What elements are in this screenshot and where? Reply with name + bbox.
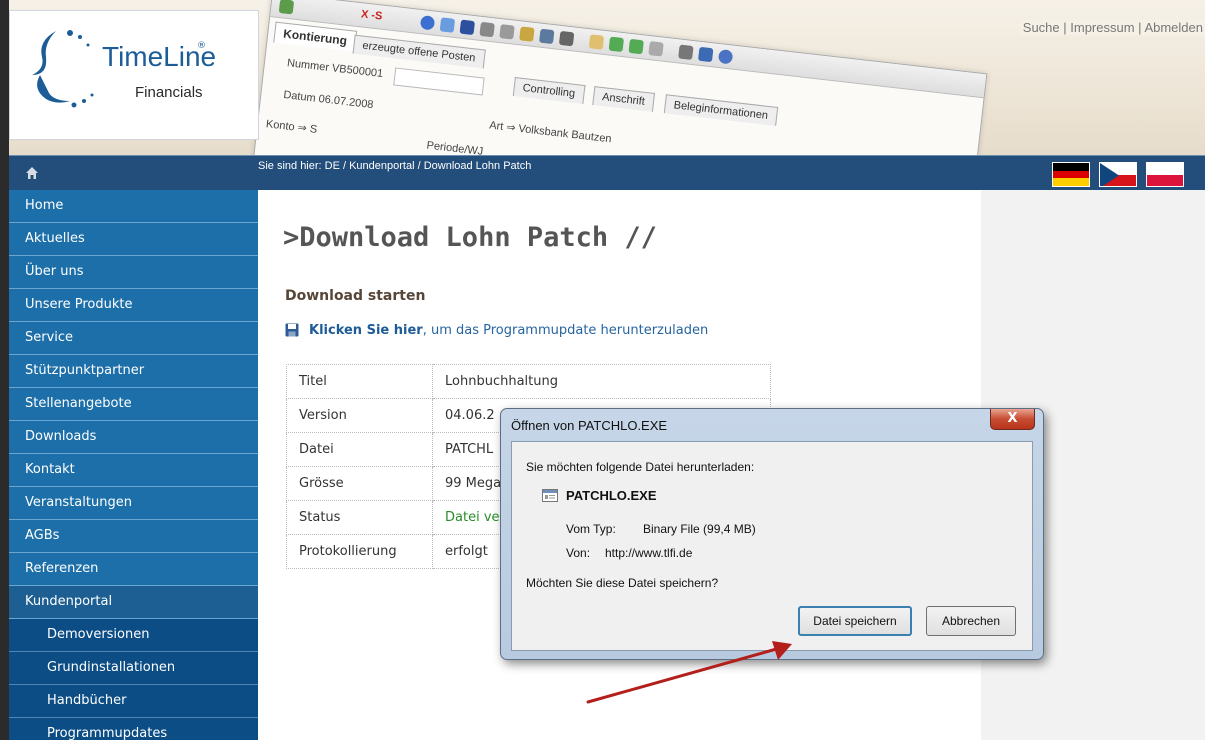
logout-link[interactable]: Abmelden <box>1144 20 1203 35</box>
page-title: >Download Lohn Patch // <box>283 222 657 253</box>
link-separator: | <box>1134 20 1145 35</box>
sidebar-item-customer-portal[interactable]: Kundenportal <box>9 586 258 619</box>
annotation-arrow-icon <box>586 641 792 704</box>
sidebar-item-partners[interactable]: Stützpunktpartner <box>9 355 258 388</box>
app-field: Nummer VB500001 <box>286 57 384 81</box>
app-input <box>393 67 485 96</box>
top-links: Suche | Impressum | Abmelden <box>1020 20 1205 35</box>
sidebar-subitem-demos[interactable]: Demoversionen <box>9 619 258 652</box>
file-source-label: Von: <box>566 546 591 560</box>
file-type-label: Vom Typ: <box>566 522 616 536</box>
app-tab: erzeugte offene Posten <box>352 34 486 69</box>
app-icon <box>697 46 714 63</box>
app-field: Art ⇒ Volksbank Bautzen <box>488 119 613 146</box>
table-key: Titel <box>286 364 433 399</box>
dialog-title: Öffnen von PATCHLO.EXE <box>511 418 668 433</box>
app-icon <box>439 17 456 33</box>
save-file-button[interactable]: Datei speichern <box>798 606 912 636</box>
sidebar-subitem-manuals[interactable]: Handbücher <box>9 685 258 718</box>
app-icon <box>717 49 734 65</box>
download-link[interactable]: Klicken Sie hier <box>309 323 423 338</box>
app-icon <box>678 44 694 60</box>
app-tab: Beleginformationen <box>663 94 779 126</box>
app-tab: Kontierung <box>273 21 358 52</box>
app-icon <box>459 19 476 36</box>
left-window-frame <box>0 0 9 740</box>
nav-bar: Sie sind hier: DE / Kundenportal / Downl… <box>9 155 1205 190</box>
section-title: Download starten <box>285 288 426 304</box>
dialog-body: Sie möchten folgende Datei herunterladen… <box>511 441 1033 651</box>
file-source-value: http://www.tlfi.de <box>605 546 693 560</box>
sidebar-item-products[interactable]: Unsere Produkte <box>9 289 258 322</box>
table-key: Grösse <box>286 466 433 501</box>
sidebar-item-events[interactable]: Veranstaltungen <box>9 487 258 520</box>
logo-registered-mark: ® <box>197 41 206 51</box>
flag-de-icon[interactable] <box>1052 162 1090 187</box>
app-icon <box>588 34 605 50</box>
file-icon <box>542 489 558 502</box>
app-icon <box>278 0 295 15</box>
header-software-screenshot: X -S Kontierung erzeugte offene Posten C… <box>250 0 988 155</box>
logo-swirl-icon <box>32 30 94 108</box>
sidebar-subitem-base-installs[interactable]: Grundinstallationen <box>9 652 258 685</box>
close-button[interactable]: X <box>990 409 1035 430</box>
app-icon <box>648 41 664 57</box>
home-icon[interactable] <box>25 166 39 180</box>
imprint-link[interactable]: Impressum <box>1070 20 1134 35</box>
app-icon <box>419 15 436 31</box>
app-field: Periode/WJ <box>425 139 484 155</box>
app-icon <box>558 30 575 47</box>
search-link[interactable]: Suche <box>1023 20 1060 35</box>
cancel-button[interactable]: Abbrechen <box>926 606 1016 636</box>
app-icon <box>479 21 495 38</box>
sidebar: Home Aktuelles Über uns Unsere Produkte … <box>9 190 258 740</box>
app-toolbar-text: X -S <box>360 8 384 23</box>
logo[interactable]: TimeLine ® Financials <box>9 10 259 140</box>
download-line: Klicken Sie hier, um das Programmupdate … <box>285 323 708 338</box>
sidebar-item-downloads[interactable]: Downloads <box>9 421 258 454</box>
site-header: X -S Kontierung erzeugte offene Posten C… <box>0 0 1205 155</box>
app-tab: Controlling <box>512 77 586 104</box>
file-type-value: Binary File (99,4 MB) <box>643 522 756 536</box>
app-tab: Anschrift <box>592 86 655 112</box>
dialog-question: Sie möchten folgende Datei herunterladen… <box>526 460 755 474</box>
sidebar-item-terms[interactable]: AGBs <box>9 520 258 553</box>
flag-cz-icon[interactable] <box>1099 162 1137 187</box>
sidebar-item-service[interactable]: Service <box>9 322 258 355</box>
download-text: , um das Programmupdate herunterzuladen <box>422 323 709 338</box>
dialog-filename: PATCHLO.EXE <box>566 488 657 503</box>
sidebar-item-jobs[interactable]: Stellenangebote <box>9 388 258 421</box>
app-icon <box>608 36 625 53</box>
breadcrumb: Sie sind hier: DE / Kundenportal / Downl… <box>258 160 532 172</box>
app-field: Konto ⇒ S <box>265 118 318 136</box>
sidebar-subitem-updates[interactable]: Programmupdates <box>9 718 258 740</box>
flag-pl-icon[interactable] <box>1146 162 1184 187</box>
table-key: Status <box>286 500 433 535</box>
sidebar-item-about[interactable]: Über uns <box>9 256 258 289</box>
sidebar-item-contact[interactable]: Kontakt <box>9 454 258 487</box>
app-icon <box>519 26 535 42</box>
link-separator: | <box>1059 20 1071 35</box>
app-field: Datum 06.07.2008 <box>282 88 375 112</box>
table-value: Lohnbuchhaltung <box>432 364 771 399</box>
sidebar-item-home[interactable]: Home <box>9 190 258 223</box>
table-row: Titel Lohnbuchhaltung <box>286 364 771 399</box>
app-icon <box>628 38 644 55</box>
sidebar-item-references[interactable]: Referenzen <box>9 553 258 586</box>
file-download-dialog: Öffnen von PATCHLO.EXE X Sie möchten fol… <box>500 408 1044 660</box>
table-key: Version <box>286 398 433 433</box>
table-key: Datei <box>286 432 433 467</box>
logo-subtitle: Financials <box>135 84 203 101</box>
sidebar-item-news[interactable]: Aktuelles <box>9 223 258 256</box>
app-icon <box>499 24 515 40</box>
table-key: Protokollierung <box>286 534 433 569</box>
dialog-save-question: Möchten Sie diese Datei speichern? <box>526 576 719 590</box>
app-icon <box>538 28 555 45</box>
